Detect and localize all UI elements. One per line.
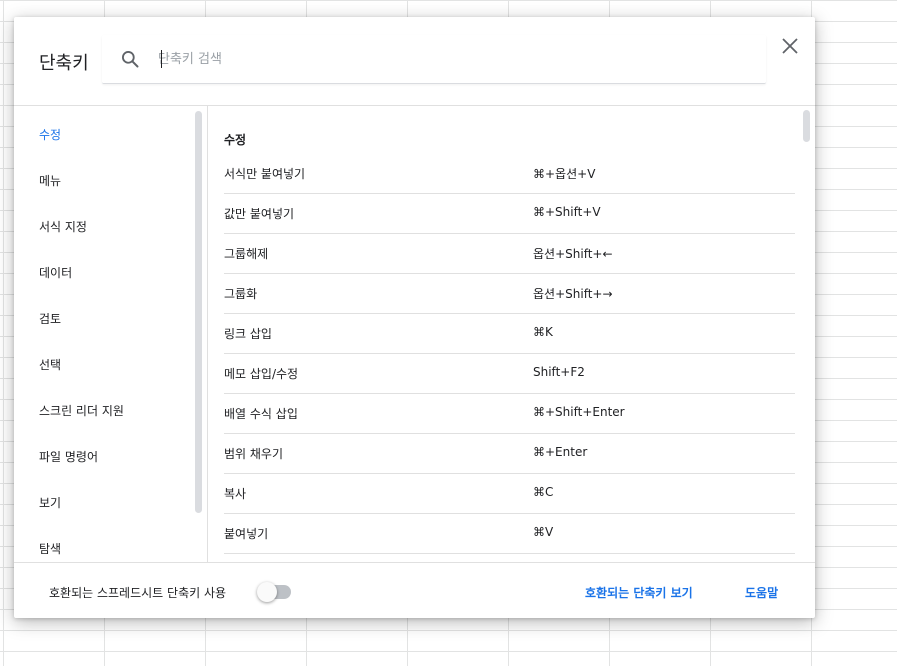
- shortcut-row: 서식만 붙여넣기 ⌘+옵션+V: [224, 153, 795, 194]
- shortcut-keys: 옵션+Shift+←: [533, 247, 613, 261]
- dialog-footer: 호환되는 스프레드시트 단축키 사용 호환되는 단축키 보기 도움말: [14, 562, 815, 618]
- view-compat-shortcuts-link[interactable]: 호환되는 단축키 보기: [585, 584, 693, 601]
- shortcut-row: 복사 ⌘C: [224, 473, 795, 514]
- section-title: 수정: [224, 133, 247, 147]
- sidebar-item-screen-reader[interactable]: 스크린 리더 지원: [39, 402, 124, 419]
- shortcut-name: 배열 수식 삽입: [224, 407, 298, 421]
- close-icon[interactable]: [780, 36, 800, 56]
- shortcut-keys: ⌘K: [533, 325, 553, 339]
- shortcut-row: 그룹해제 옵션+Shift+←: [224, 233, 795, 274]
- search-input[interactable]: [158, 49, 718, 69]
- search-box[interactable]: [102, 35, 766, 84]
- compat-shortcuts-toggle[interactable]: [257, 581, 293, 602]
- shortcut-name: 값만 붙여넣기: [224, 207, 295, 221]
- search-icon: [122, 51, 139, 68]
- category-sidebar: 수정 메뉴 서식 지정 데이터 검토 선택 스크린 리더 지원 파일 명령어 보…: [14, 106, 208, 562]
- sidebar-item-edit[interactable]: 수정: [39, 126, 61, 143]
- shortcut-name: 메모 삽입/수정: [224, 367, 299, 381]
- shortcut-name: 링크 삽입: [224, 327, 272, 341]
- toggle-thumb: [257, 582, 277, 602]
- shortcut-name: 그룹해제: [224, 247, 269, 261]
- shortcut-keys: ⌘V: [533, 525, 554, 539]
- shortcuts-list: 수정 서식만 붙여넣기 ⌘+옵션+V 값만 붙여넣기 ⌘+Shift+V 그룹해…: [208, 106, 815, 562]
- sidebar-item-menu[interactable]: 메뉴: [39, 172, 61, 189]
- sidebar-item-view[interactable]: 보기: [39, 494, 61, 511]
- sidebar-scrollbar[interactable]: [195, 111, 202, 513]
- shortcut-name: 붙여넣기: [224, 527, 269, 541]
- help-link[interactable]: 도움말: [745, 584, 778, 601]
- dialog-header: 단축키: [14, 17, 815, 106]
- shortcut-row: 범위 채우기 ⌘+Enter: [224, 433, 795, 474]
- sidebar-item-data[interactable]: 데이터: [39, 264, 72, 281]
- sidebar-item-format[interactable]: 서식 지정: [39, 218, 87, 235]
- shortcut-row: 메모 삽입/수정 Shift+F2: [224, 353, 795, 394]
- text-caret: [161, 50, 162, 68]
- sidebar-item-review[interactable]: 검토: [39, 310, 61, 327]
- shortcuts-dialog: 단축키 수정 메뉴 서식 지정 데이터 검토 선택 스크린 리더 지원 파일 명…: [14, 17, 815, 618]
- shortcut-row: 그룹화 옵션+Shift+→: [224, 273, 795, 314]
- compat-shortcuts-label: 호환되는 스프레드시트 단축키 사용: [49, 586, 227, 600]
- shortcut-keys: ⌘+옵션+V: [533, 167, 596, 181]
- sidebar-item-navigation[interactable]: 탐색: [39, 540, 61, 557]
- shortcut-name: 복사: [224, 487, 247, 501]
- sidebar-item-file-commands[interactable]: 파일 명령어: [39, 448, 98, 465]
- dialog-title: 단축키: [39, 53, 89, 74]
- shortcut-name: 서식만 붙여넣기: [224, 167, 306, 181]
- shortcut-keys: ⌘+Enter: [533, 445, 588, 459]
- sidebar-item-selection[interactable]: 선택: [39, 356, 61, 373]
- shortcut-keys: ⌘+Shift+Enter: [533, 405, 625, 419]
- shortcut-row: 값만 붙여넣기 ⌘+Shift+V: [224, 193, 795, 234]
- shortcut-name: 그룹화: [224, 287, 258, 301]
- shortcut-name: 범위 채우기: [224, 447, 284, 461]
- shortcut-row: 링크 삽입 ⌘K: [224, 313, 795, 354]
- shortcut-row: 붙여넣기 ⌘V: [224, 513, 795, 554]
- shortcut-keys: ⌘C: [533, 485, 554, 499]
- shortcut-row: 배열 수식 삽입 ⌘+Shift+Enter: [224, 393, 795, 434]
- content-scrollbar[interactable]: [803, 110, 810, 142]
- shortcut-keys: 옵션+Shift+→: [533, 287, 613, 301]
- shortcut-keys: Shift+F2: [533, 365, 585, 379]
- shortcut-keys: ⌘+Shift+V: [533, 205, 601, 219]
